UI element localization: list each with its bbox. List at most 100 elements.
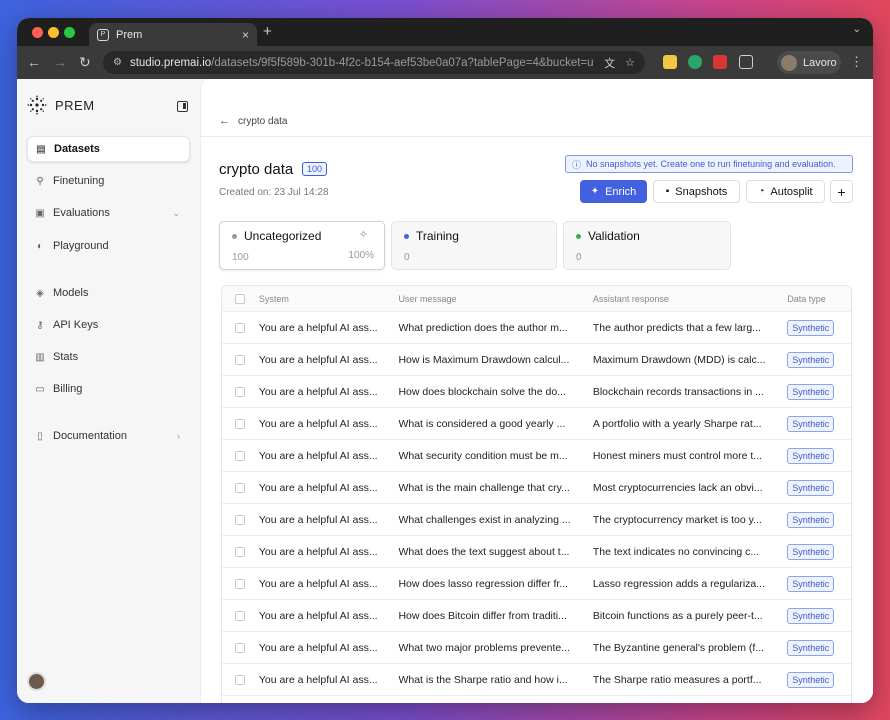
sidebar-item-playground[interactable]: ◐ Playground xyxy=(27,233,190,259)
table-row[interactable]: You are a helpful AI ass... What challeng… xyxy=(222,504,851,536)
data-type-badge: Synthetic xyxy=(787,479,835,496)
maximize-window-button[interactable] xyxy=(64,27,75,38)
chevron-down-icon[interactable]: ⌄ xyxy=(172,208,180,219)
header-system[interactable]: System xyxy=(259,294,399,304)
extension-grammarly-icon[interactable] xyxy=(688,55,702,69)
site-info-icon[interactable]: ⚙ xyxy=(113,57,122,68)
forward-arrow-icon[interactable]: → xyxy=(53,54,67,70)
autosplit-label: Autosplit xyxy=(770,185,813,198)
table-row[interactable]: You are a helpful AI ass... What two majo… xyxy=(222,632,851,664)
cell-system: You are a helpful AI ass... xyxy=(258,417,378,430)
snapshot-notice: ⓘ No snapshots yet. Create one to run fi… xyxy=(565,155,853,173)
sidebar-item-documentation[interactable]: ▯ Documentation › xyxy=(27,423,190,449)
profile-button[interactable]: Lavoro xyxy=(777,51,841,74)
user-avatar[interactable] xyxy=(27,672,46,691)
sidebar: PREM ▤ Datasets ⚲ Finetuning ▣ Evaluatio… xyxy=(17,79,200,703)
data-type-badge: Synthetic xyxy=(787,383,835,400)
cell-assistant-response: Bitcoin functions as a purely peer-t... xyxy=(592,609,763,622)
main-content: ← crypto data crypto data 100 Created on… xyxy=(200,79,873,703)
sparkle-icon[interactable]: ✧ xyxy=(359,228,368,241)
table-row[interactable]: You are a helpful AI ass... What security… xyxy=(222,440,851,472)
row-checkbox[interactable] xyxy=(235,482,246,493)
bucket-uncategorized[interactable]: Uncategorized 100 ✧ 100% xyxy=(219,221,385,270)
extension-notes-icon[interactable] xyxy=(663,55,677,69)
info-icon: ⓘ xyxy=(572,159,582,170)
snapshots-button[interactable]: ▪ Snapshots xyxy=(653,180,740,203)
bookmark-star-icon[interactable]: ☆ xyxy=(625,56,635,69)
sidebar-item-evaluations[interactable]: ▣ Evaluations ⌄ xyxy=(27,200,190,226)
tab-close-icon[interactable]: × xyxy=(242,28,249,42)
back-arrow-icon[interactable]: ← xyxy=(27,54,41,70)
collapse-sidebar-icon[interactable] xyxy=(177,101,188,112)
table-row[interactable]: You are a helpful AI ass... How is Maximu… xyxy=(222,344,851,376)
browser-toolbar: ← → ↻ ⚙ studio.premai.io/datasets/9f5f58… xyxy=(17,46,873,79)
cell-system: You are a helpful AI ass... xyxy=(258,385,378,398)
breadcrumb[interactable]: ← crypto data xyxy=(219,115,287,127)
stats-icon: ▥ xyxy=(35,351,45,363)
address-bar[interactable]: ⚙ studio.premai.io/datasets/9f5f589b-301… xyxy=(103,51,645,74)
table-row[interactable]: You are a helpful AI ass... What is consi… xyxy=(222,408,851,440)
reload-icon[interactable]: ↻ xyxy=(79,54,91,71)
header-user-message[interactable]: User message xyxy=(398,294,592,304)
translate-icon[interactable]: 文 xyxy=(604,55,615,71)
row-checkbox[interactable] xyxy=(235,578,246,589)
row-checkbox[interactable] xyxy=(235,386,246,397)
enrich-button[interactable]: ✦ Enrich xyxy=(580,180,647,203)
new-tab-icon[interactable]: + xyxy=(263,23,272,40)
tab-search-chevron-icon[interactable]: ⌄ xyxy=(853,24,861,35)
bucket-count: 0 xyxy=(404,252,410,263)
bucket-name: Uncategorized xyxy=(244,229,322,243)
close-window-button[interactable] xyxy=(32,27,43,38)
row-checkbox[interactable] xyxy=(235,450,246,461)
row-checkbox[interactable] xyxy=(235,322,246,333)
table-row[interactable]: You are a helpful AI ass... What predicti… xyxy=(222,312,851,344)
table-row[interactable]: You are a helpful AI ass...How does bloc… xyxy=(222,376,851,408)
cell-assistant-response: Honest miners must control more t... xyxy=(592,449,763,462)
table-row[interactable]: You are a helpful AI ass... What does the… xyxy=(222,536,851,568)
sidebar-item-api-keys[interactable]: ⚷ API Keys xyxy=(27,312,190,338)
cell-assistant-response: Maximum Drawdown (MDD) is calc... xyxy=(592,353,766,366)
select-all-checkbox[interactable] xyxy=(235,293,246,304)
back-arrow-icon[interactable]: ← xyxy=(219,115,230,127)
cell-user-message: How does Bitcoin differ from traditi... xyxy=(398,609,567,622)
table-row[interactable]: You are a helpful AI ass... What is the m… xyxy=(222,472,851,504)
sidebar-item-stats[interactable]: ▥ Stats xyxy=(27,344,190,370)
browser-tab[interactable]: P Prem × xyxy=(89,23,257,46)
table-row[interactable]: You are a helpful AI ass... What is the S… xyxy=(222,664,851,696)
row-checkbox[interactable] xyxy=(235,642,246,653)
row-checkbox[interactable] xyxy=(235,610,246,621)
table-row[interactable]: You are a helpful AI ass...How does bloc… xyxy=(222,696,851,703)
cell-assistant-response: The Byzantine general's problem (f... xyxy=(592,641,765,654)
bucket-training[interactable]: Training 0 xyxy=(391,221,557,270)
documentation-icon: ▯ xyxy=(37,430,43,442)
table-row[interactable]: You are a helpful AI ass... How does lass… xyxy=(222,568,851,600)
browser-window: P Prem × + ⌄ ← → ↻ ⚙ studio.premai.io/da… xyxy=(17,18,873,703)
sidebar-item-datasets[interactable]: ▤ Datasets xyxy=(27,136,190,162)
row-checkbox[interactable] xyxy=(235,674,246,685)
row-checkbox[interactable] xyxy=(235,546,246,557)
row-checkbox[interactable] xyxy=(235,418,246,429)
cell-system: You are a helpful AI ass... xyxy=(258,481,378,494)
sidebar-item-models[interactable]: ◈ Models xyxy=(27,280,190,306)
minimize-window-button[interactable] xyxy=(48,27,59,38)
data-type-badge: Synthetic xyxy=(787,447,835,464)
row-checkbox[interactable] xyxy=(235,354,246,365)
header-data-type[interactable]: Data type xyxy=(787,294,851,304)
cell-system: You are a helpful AI ass... xyxy=(258,673,378,686)
autosplit-button[interactable]: ◔ Autosplit xyxy=(746,180,825,203)
browser-menu-icon[interactable]: ⋮ xyxy=(850,54,863,70)
table-row[interactable]: You are a helpful AI ass... How does Bitc… xyxy=(222,600,851,632)
cell-assistant-response: Lasso regression adds a regulariza... xyxy=(592,577,766,590)
bucket-validation[interactable]: Validation 0 xyxy=(563,221,731,270)
sidebar-item-label: Models xyxy=(53,287,89,299)
datasets-icon: ▤ xyxy=(36,143,46,155)
header-assistant-response[interactable]: Assistant response xyxy=(593,294,787,304)
cell-assistant-response: Most cryptocurrencies lack an obvi... xyxy=(592,481,763,494)
add-button[interactable]: + xyxy=(830,180,853,203)
extension-video-icon[interactable] xyxy=(713,55,727,69)
sidebar-item-finetuning[interactable]: ⚲ Finetuning xyxy=(27,168,190,194)
sidebar-item-billing[interactable]: ▭ Billing xyxy=(27,376,190,402)
row-checkbox[interactable] xyxy=(235,514,246,525)
brand[interactable]: PREM xyxy=(27,95,95,115)
extensions-puzzle-icon[interactable] xyxy=(739,55,753,69)
